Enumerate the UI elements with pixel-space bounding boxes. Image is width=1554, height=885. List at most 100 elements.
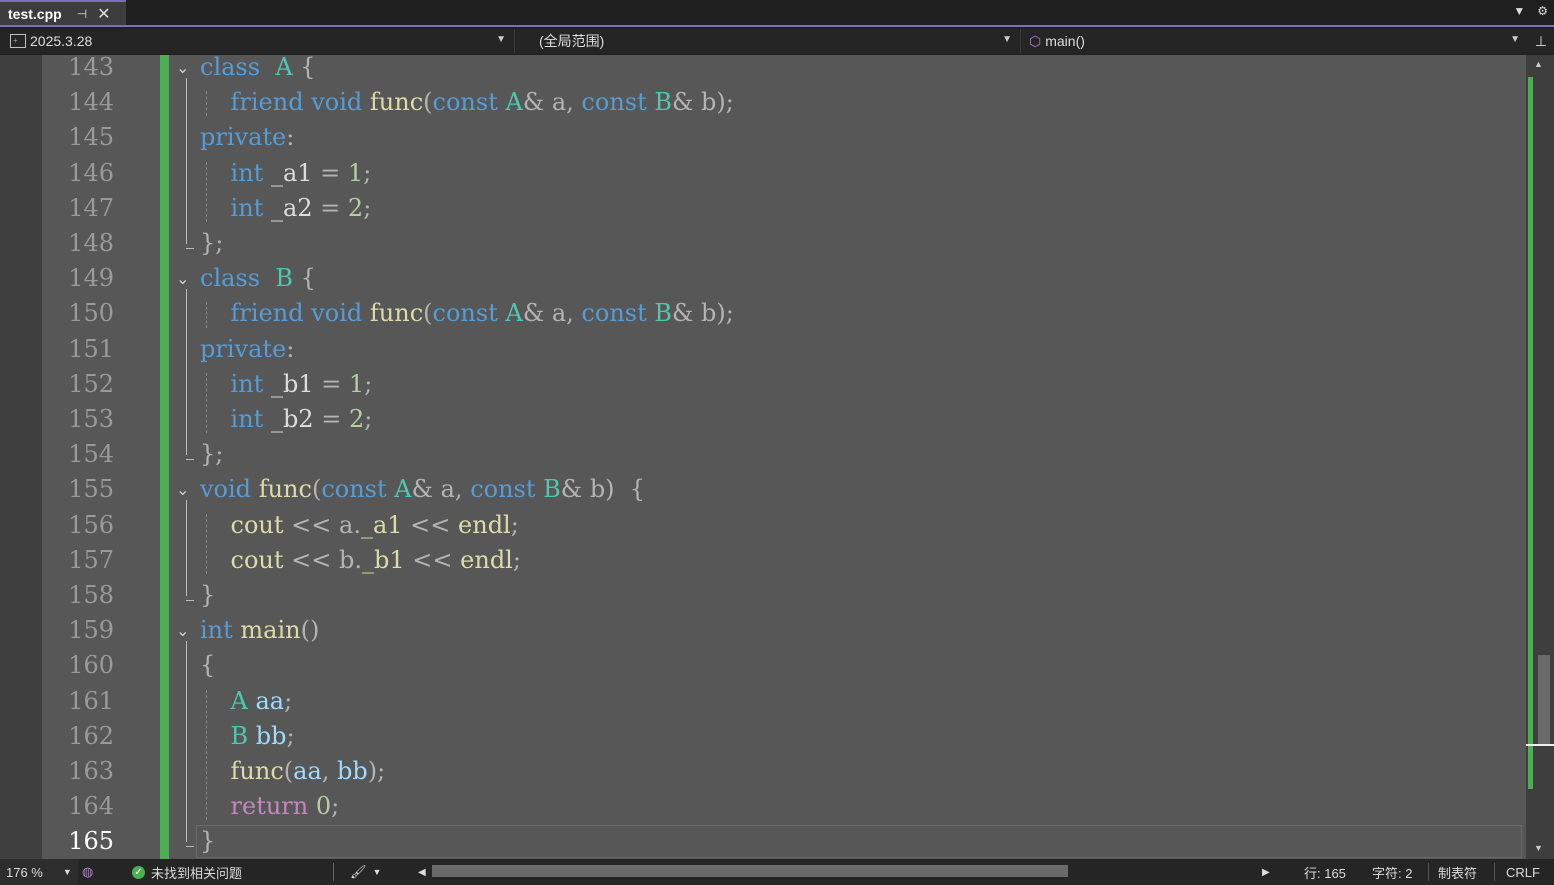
code-token: a. [339,510,361,539]
code-area[interactable]: class A { friend void func(const A& a, c… [200,55,1526,859]
code-token: & [522,88,545,117]
code-line: func(aa, bb); [200,754,386,789]
brush-icon: 🖌 [350,864,367,879]
code-token: << [291,545,332,574]
line-number: 144 [68,88,114,117]
code-token: } [200,827,216,856]
divider [1428,863,1429,881]
fold-chevron-icon[interactable]: ⌄ [176,269,189,288]
fold-chevron-icon[interactable]: ⌄ [176,58,189,77]
fold-chevron-icon[interactable]: ⌄ [176,621,189,640]
code-token: a, [551,88,574,117]
char-indicator[interactable]: 字符: 2 [1372,859,1412,885]
zoom-dropdown[interactable]: 176 % ▼ [0,859,78,885]
code-line: { [200,648,215,683]
fold-bracket-end [186,846,194,848]
line-indicator[interactable]: 行: 165 [1304,859,1346,885]
code-line: int main() [200,613,319,648]
fold-bracket-line [186,78,187,244]
code-token: endl [460,545,513,574]
code-token: a, [440,475,463,504]
code-token: : [286,334,295,363]
code-token: ; [284,686,293,715]
issues-indicator[interactable]: ✓ 未找到相关问题 [132,859,242,885]
change-tracking-bar [160,55,169,859]
project-icon: + [10,34,26,48]
code-token: ; [364,369,373,398]
fold-bracket-line [186,500,187,596]
chevron-down-icon: ▼ [496,34,506,45]
code-token: & [672,299,694,328]
glyph-margin [0,55,42,859]
tab-test-cpp[interactable]: test.cpp ⊣ ✕ [0,0,126,25]
code-token: () [300,616,320,645]
tab-list-dropdown-icon[interactable]: ▼ [1513,4,1525,18]
gear-icon[interactable]: ⚙ [1537,4,1548,18]
code-token: const [470,475,536,504]
split-view-icon[interactable]: ⊥ [1528,29,1554,53]
scrollbar-thumb[interactable] [1538,655,1550,745]
zoom-level: 176 % [6,864,43,880]
code-token: _a1 [360,510,403,539]
scroll-right-icon[interactable]: ▶ [1262,859,1270,885]
code-line: int _b2 = 2; [200,402,373,437]
change-overview-track [1528,77,1533,789]
code-cleanup-button[interactable]: 🖌 ▼ [350,859,381,885]
code-token: B [543,475,561,504]
line-number: 143 [68,55,114,81]
code-token: const [581,299,647,328]
chevron-down-icon: ▼ [1002,34,1012,45]
code-token: B [230,721,249,750]
method-icon: ⬡ [1029,32,1042,49]
scope-dropdown[interactable]: (全局范围) ▼ [514,29,1018,53]
code-token: _b2 [270,405,314,433]
close-icon[interactable]: ✕ [97,4,110,24]
code-token: { [292,264,316,293]
code-token: _b1 [362,545,405,574]
scroll-left-icon[interactable]: ◀ [418,859,426,885]
code-line: int _a2 = 2; [200,191,372,226]
code-token: A [505,299,523,328]
code-token: friend [230,88,304,117]
code-token: ( [311,475,322,504]
indent-mode[interactable]: 制表符 [1438,859,1477,885]
code-token: void [311,88,363,117]
code-line: int _a1 = 1; [200,156,372,191]
code-line: }; [200,437,223,472]
fold-bracket-line [186,289,187,456]
line-ending[interactable]: CRLF [1506,859,1540,885]
vertical-scrollbar[interactable]: ▲ ▼ [1526,55,1554,859]
copilot-icon[interactable]: ◍ [82,859,100,885]
scroll-down-icon[interactable]: ▼ [1534,843,1543,853]
code-token: { [614,475,646,504]
line-number: 160 [68,651,114,680]
pin-icon[interactable]: ⊣ [77,7,87,21]
code-line: class B { [200,261,316,296]
member-dropdown[interactable]: ⬡ main() ▼ [1020,29,1526,53]
divider [1494,863,1495,881]
horizontal-scrollbar-thumb[interactable] [432,865,1068,877]
line-number: 159 [68,616,114,645]
chevron-down-icon: ▼ [62,867,72,877]
scroll-up-icon[interactable]: ▲ [1534,59,1543,69]
code-line: int _b1 = 1; [200,367,373,402]
code-line: return 0; [200,789,340,824]
fold-chevron-icon[interactable]: ⌄ [176,480,189,499]
code-token: << [291,510,332,539]
chevron-down-icon: ▼ [372,867,382,877]
line-number: 153 [68,405,114,433]
project-dropdown[interactable]: + 2025.3.28 ▼ [0,29,512,53]
code-token: << [412,545,453,574]
code-editor[interactable]: 143 144 145 146 147 148 149 150 151 152 153 154 155 1… [0,55,1526,859]
